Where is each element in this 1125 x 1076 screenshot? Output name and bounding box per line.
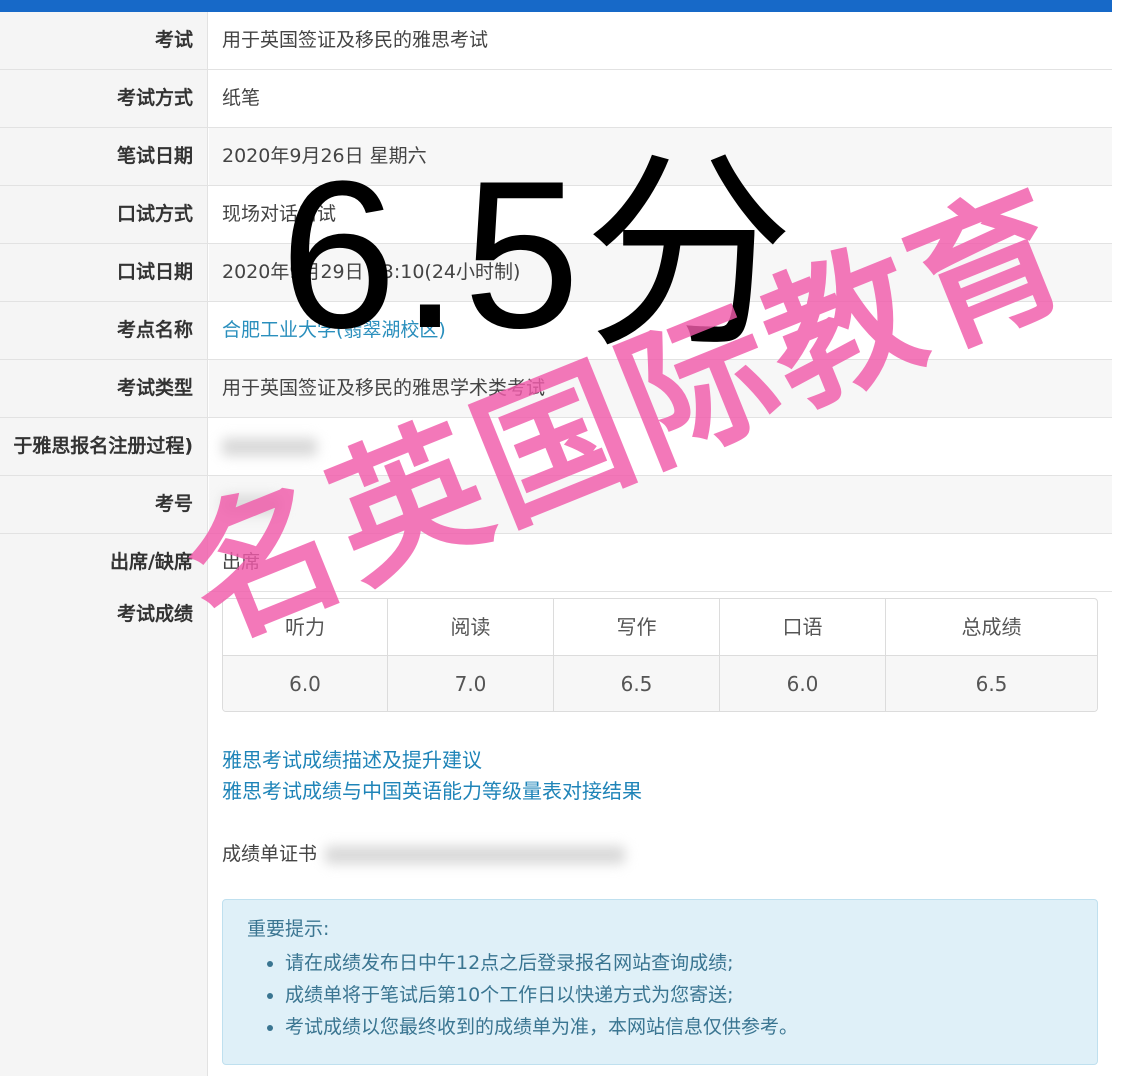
notice-list: 请在成绩发布日中午12点之后登录报名网站查询成绩; 成绩单将于笔试后第10个工作… — [247, 947, 1097, 1043]
score-overall: 6.5 — [975, 672, 1008, 696]
row-label: 考点名称 — [0, 302, 208, 359]
notice-item: 请在成绩发布日中午12点之后登录报名网站查询成绩; — [285, 947, 1097, 979]
score-reading: 7.0 — [388, 656, 554, 711]
row-exam-mode: 考试方式 纸笔 — [0, 70, 1112, 128]
header-writing: 写作 — [554, 599, 720, 655]
row-label: 笔试日期 — [0, 128, 208, 185]
top-bar — [0, 0, 1112, 12]
row-value: 用于英国签证及移民的雅思考试 — [222, 29, 489, 51]
score-writing: 6.5 — [554, 656, 720, 711]
header-overall: 总成绩 — [961, 615, 1022, 639]
scores-label: 考试成绩 — [0, 585, 208, 1076]
score-value-row: 6.0 7.0 6.5 6.0 6.5 — [223, 656, 1097, 711]
row-label: 口试日期 — [0, 244, 208, 301]
notice-title: 重要提示: — [247, 918, 330, 940]
cse-mapping-link[interactable]: 雅思考试成绩与中国英语能力等级量表对接结果 — [222, 776, 642, 807]
score-description-link[interactable]: 雅思考试成绩描述及提升建议 — [222, 745, 642, 776]
header-reading: 阅读 — [388, 599, 554, 655]
redacted-value — [325, 845, 626, 864]
score-links: 雅思考试成绩描述及提升建议 雅思考试成绩与中国英语能力等级量表对接结果 — [222, 745, 642, 807]
certificate-number: 成绩单证书 — [222, 839, 626, 866]
row-label: 考试方式 — [0, 70, 208, 127]
important-notice: 重要提示: 请在成绩发布日中午12点之后登录报名网站查询成绩; 成绩单将于笔试后… — [222, 899, 1098, 1065]
notice-item: 成绩单将于笔试后第10个工作日以快递方式为您寄送; — [285, 979, 1097, 1011]
row-label: 考试类型 — [0, 360, 208, 417]
row-label: 考试 — [0, 12, 208, 69]
scores-section: 考试成绩 听力 阅读 写作 口语 总成绩 6.0 7.0 6.5 6.0 6.5… — [0, 585, 1112, 1076]
row-value: 纸笔 — [209, 70, 1112, 127]
certificate-label: 成绩单证书 — [222, 843, 318, 865]
score-speaking: 6.0 — [720, 656, 886, 711]
notice-item: 考试成绩以您最终收到的成绩单为准，本网站信息仅供参考。 — [285, 1011, 1097, 1043]
header-speaking: 口语 — [720, 599, 886, 655]
row-exam: 考试 用于英国签证及移民的雅思考试 — [0, 12, 1112, 70]
row-label: 口试方式 — [0, 186, 208, 243]
